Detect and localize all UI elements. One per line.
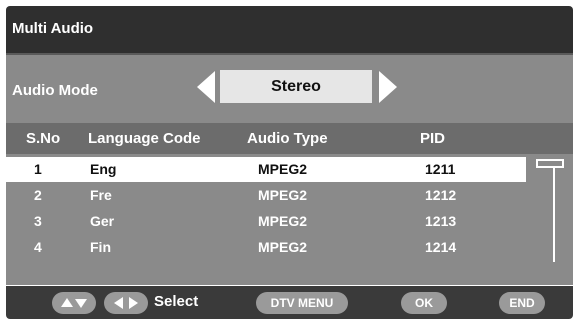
cell-sno: 4 xyxy=(34,239,42,255)
select-label: Select xyxy=(154,293,199,310)
dtv-menu-button[interactable]: DTV MENU xyxy=(256,292,348,314)
scrollbar-thumb[interactable] xyxy=(536,159,564,168)
up-down-arrows-icon[interactable] xyxy=(52,292,96,314)
header-pid: PID xyxy=(420,130,446,147)
cell-pid: 1211 xyxy=(425,161,456,177)
mode-right-arrow-icon[interactable] xyxy=(379,71,397,103)
table-header: S.No Language Code Audio Type PID xyxy=(6,123,573,154)
header-audio-type: Audio Type xyxy=(247,130,328,147)
cell-pid: 1214 xyxy=(425,239,457,255)
mode-left-arrow-icon[interactable] xyxy=(197,71,215,103)
cell-audio-type: MPEG2 xyxy=(258,213,308,229)
dialog-title: Multi Audio xyxy=(12,20,94,37)
header-language-code: Language Code xyxy=(88,130,201,147)
cell-audio-type: MPEG2 xyxy=(258,239,308,255)
cell-sno: 1 xyxy=(34,161,42,177)
audio-mode-selector[interactable]: Stereo xyxy=(220,70,372,103)
table-row[interactable]: 4 Fin MPEG2 1214 xyxy=(6,235,526,260)
footer-bar: Select DTV MENU OK END xyxy=(6,286,573,319)
cell-pid: 1212 xyxy=(425,187,457,203)
table-row[interactable]: 3 Ger MPEG2 1213 xyxy=(6,209,526,234)
cell-language: Ger xyxy=(90,213,115,229)
multi-audio-dialog: Multi Audio Audio Mode Stereo S.No Langu… xyxy=(6,6,573,319)
cell-language: Eng xyxy=(90,161,117,177)
cell-audio-type: MPEG2 xyxy=(258,161,308,177)
header-sno: S.No xyxy=(26,130,61,147)
title-bar: Multi Audio xyxy=(6,6,573,55)
content-panel: Audio Mode Stereo S.No Language Code Aud… xyxy=(6,55,573,285)
cell-pid: 1213 xyxy=(425,213,457,229)
left-right-arrows-icon[interactable] xyxy=(104,292,148,314)
audio-mode-label: Audio Mode xyxy=(12,82,98,99)
cell-sno: 2 xyxy=(34,187,42,203)
cell-language: Fre xyxy=(90,187,112,203)
cell-language: Fin xyxy=(90,239,111,255)
cell-audio-type: MPEG2 xyxy=(258,187,308,203)
table-row[interactable]: 2 Fre MPEG2 1212 xyxy=(6,183,526,208)
end-button[interactable]: END xyxy=(499,292,545,314)
table-row[interactable]: 1 Eng MPEG2 1211 xyxy=(6,157,526,182)
cell-sno: 3 xyxy=(34,213,42,229)
ok-button[interactable]: OK xyxy=(401,292,447,314)
scrollbar-track[interactable] xyxy=(553,159,555,262)
